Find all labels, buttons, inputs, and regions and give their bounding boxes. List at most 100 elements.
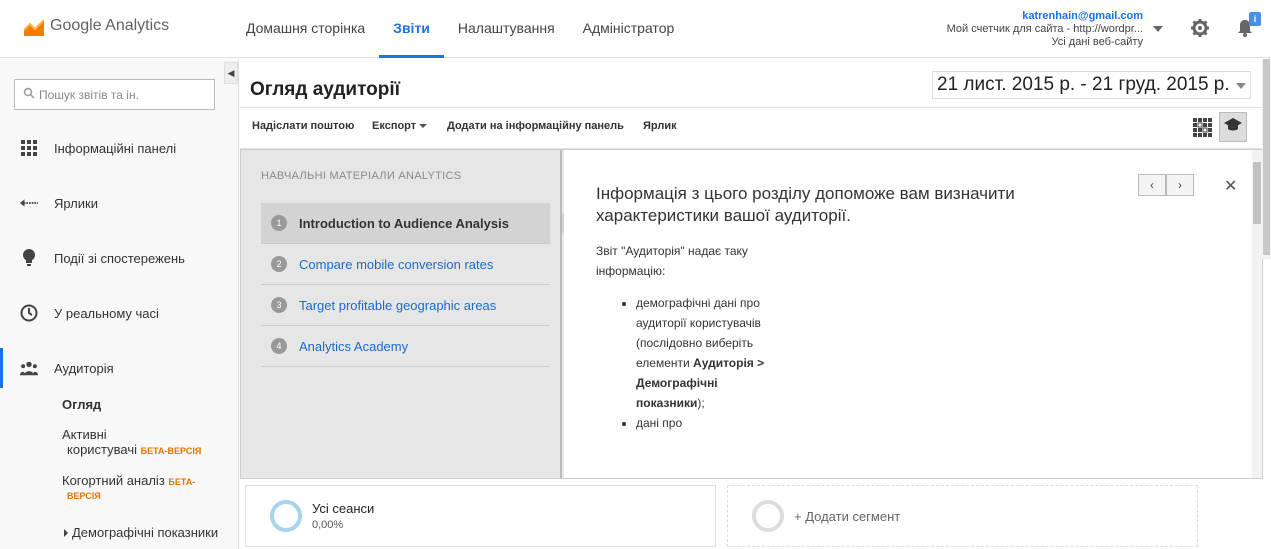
gear-icon[interactable] <box>1190 18 1210 38</box>
sidebar-sub-active-users[interactable]: Активні користувачі БЕТА-ВЕРСІЯ <box>62 427 201 459</box>
sub-item-label-2: користувачі <box>67 442 138 457</box>
google-analytics-logo[interactable]: Google Analytics <box>23 16 170 36</box>
previous-page-button[interactable]: ‹ <box>1138 174 1166 196</box>
sidebar-item-label: Події зі спостережень <box>54 250 185 266</box>
sidebar-item-label: Аудиторія <box>54 360 114 376</box>
search-icon <box>23 86 35 104</box>
page-scrollbar-thumb[interactable] <box>1263 59 1270 255</box>
lesson-list-heading: НАВЧАЛЬНІ МАТЕРІАЛИ ANALYTICS <box>261 170 462 182</box>
top-bar: Google Analytics Домашня сторінка Звіти … <box>0 0 1271 58</box>
account-email: katrenhain@gmail.com <box>1022 10 1143 22</box>
nav-home[interactable]: Домашня сторінка <box>232 0 379 58</box>
beta-badge: БЕТА-ВЕРСІЯ <box>140 446 202 456</box>
chevron-right-icon: › <box>1178 178 1182 192</box>
grid-icon <box>20 139 38 157</box>
account-selector[interactable]: katrenhain@gmail.com Мой счетчик для сай… <box>947 10 1143 49</box>
top-nav: Домашня сторінка Звіти Налаштування Адмі… <box>232 0 688 58</box>
date-range-picker[interactable]: 21 лист. 2015 р. - 21 груд. 2015 р. <box>932 71 1251 99</box>
account-property: Мой счетчик для сайта - http://wordpr... <box>946 23 1143 35</box>
sub-item-label: Активні <box>62 427 107 442</box>
account-view: Усі дані веб-сайту <box>1051 36 1143 48</box>
lesson-item[interactable]: 1 Introduction to Audience Analysis <box>261 203 550 244</box>
add-segment-label: + Додати сегмент <box>794 508 901 524</box>
people-icon <box>20 359 38 377</box>
list-item: дані про <box>636 413 766 433</box>
nav-admin[interactable]: Адміністратор <box>569 0 689 58</box>
sidebar-sub-overview[interactable]: Огляд <box>62 397 101 412</box>
shortcut-arrow-icon <box>20 194 38 212</box>
sub-item-label: Когортний аналіз <box>62 473 165 488</box>
sidebar-item-label: Інформаційні панелі <box>54 140 177 156</box>
sidebar-collapse-button[interactable]: ◀ <box>224 62 238 84</box>
bullet-end: ); <box>697 396 705 410</box>
learning-panel: НАВЧАЛЬНІ МАТЕРІАЛИ ANALYTICS 1 Introduc… <box>240 149 1263 479</box>
sidebar-item-label: Ярлики <box>54 195 98 211</box>
nav-reports[interactable]: Звіти <box>379 0 444 58</box>
date-range-text: 21 лист. 2015 р. - 21 груд. 2015 р. <box>937 74 1230 95</box>
lesson-label: Analytics Academy <box>299 338 409 354</box>
report-view-grid-icon[interactable] <box>1193 118 1213 138</box>
segment-name: Усі сеанси <box>312 501 375 516</box>
lesson-item[interactable]: 3 Target profitable geographic areas <box>261 285 550 326</box>
segment-ring-icon <box>752 500 784 532</box>
next-page-button[interactable]: › <box>1166 174 1194 196</box>
report-search[interactable] <box>14 79 215 110</box>
beta-badge: БЕТА- <box>168 477 196 487</box>
shortcut-button[interactable]: Ярлик <box>643 120 677 132</box>
caret-down-icon <box>419 124 428 129</box>
lesson-item[interactable]: 4 Analytics Academy <box>261 326 550 367</box>
add-segment-button[interactable]: + Додати сегмент <box>727 485 1198 547</box>
list-item: демографічні дані про аудиторії користув… <box>636 293 766 413</box>
lesson-item[interactable]: 2 Compare mobile conversion rates <box>261 244 550 285</box>
nav-customization[interactable]: Налаштування <box>444 0 569 58</box>
lesson-number: 4 <box>271 338 287 354</box>
notification-badge[interactable]: i <box>1249 12 1261 26</box>
lesson-content-intro: Звіт "Аудиторія" надає таку інформацію: <box>596 244 748 278</box>
education-toggle-button[interactable] <box>1219 112 1247 142</box>
segment-ring-icon <box>270 500 302 532</box>
segment-card-all-sessions[interactable]: Усі сеанси 0,00% <box>245 485 716 547</box>
report-toolbar: Надіслати поштою Експорт Додати на інфор… <box>240 107 1271 149</box>
scrollbar-thumb[interactable] <box>1253 162 1261 224</box>
sidebar-item-real-time[interactable]: У реальному часі <box>0 293 238 333</box>
lesson-list: НАВЧАЛЬНІ МАТЕРІАЛИ ANALYTICS 1 Introduc… <box>241 150 562 478</box>
analytics-logo-icon <box>23 16 45 36</box>
sidebar-item-dashboards[interactable]: Інформаційні панелі <box>0 128 238 168</box>
segment-value: 0,00% <box>312 519 344 531</box>
chevron-left-icon: ‹ <box>1150 178 1154 192</box>
chevron-down-icon <box>1236 83 1246 89</box>
account-dropdown-icon[interactable] <box>1153 26 1163 32</box>
lesson-label: Introduction to Audience Analysis <box>299 215 509 231</box>
export-label: Експорт <box>372 120 417 132</box>
sidebar-item-intelligence-events[interactable]: Події зі спостережень <box>0 238 238 278</box>
lesson-label: Target profitable geographic areas <box>299 297 497 313</box>
lesson-number: 3 <box>271 297 287 313</box>
sidebar-item-shortcuts[interactable]: Ярлики <box>0 183 238 223</box>
bullet-text: дані про <box>636 416 683 430</box>
page-title: Огляд аудиторії <box>250 79 401 100</box>
lesson-content-list: демографічні дані про аудиторії користув… <box>636 293 766 433</box>
add-to-dashboard-button[interactable]: Додати на інформаційну панель <box>447 120 624 132</box>
lesson-label: Compare mobile conversion rates <box>299 256 494 272</box>
close-icon[interactable]: ✕ <box>1224 176 1237 196</box>
lesson-pager: ‹ › <box>1138 174 1194 196</box>
content-scrollbar[interactable] <box>1252 150 1262 478</box>
main-content: Огляд аудиторії 21 лист. 2015 р. - 21 гр… <box>240 59 1271 549</box>
beta-badge-cont: ВЕРСІЯ <box>67 491 101 501</box>
graduation-cap-icon <box>1224 117 1242 137</box>
page-scrollbar[interactable] <box>1262 59 1271 259</box>
sidebar-sub-demographics[interactable]: Демографічні показники <box>64 525 218 540</box>
lesson-content: Інформація з цього розділу допоможе вам … <box>564 150 1262 478</box>
search-input[interactable] <box>39 87 209 102</box>
lesson-number: 1 <box>271 215 287 231</box>
clock-icon <box>20 304 38 322</box>
sidebar-item-audience[interactable]: Аудиторія <box>0 348 238 388</box>
lightbulb-icon <box>20 249 38 267</box>
sidebar-item-label: У реальному часі <box>54 305 159 321</box>
sidebar: Інформаційні панелі Ярлики Події зі спос… <box>0 59 239 549</box>
email-button[interactable]: Надіслати поштою <box>252 120 354 132</box>
sidebar-sub-cohort-analysis[interactable]: Когортний аналіз БЕТА- ВЕРСІЯ <box>62 473 195 502</box>
app-name: Google Analytics <box>50 17 170 34</box>
export-button[interactable]: Експорт <box>372 120 428 132</box>
expand-triangle-icon <box>64 529 68 537</box>
